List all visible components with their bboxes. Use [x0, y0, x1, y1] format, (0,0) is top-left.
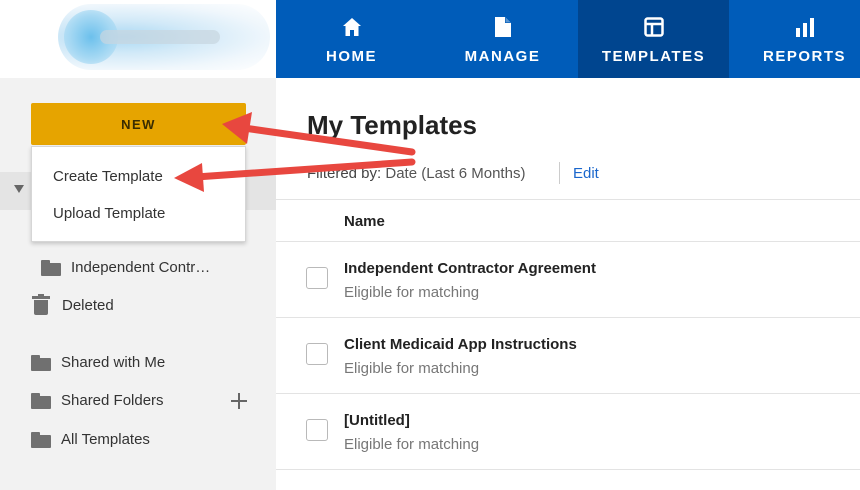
- top-navigation-bar: HOME MANAGE TEMPLATES REPORTS: [0, 0, 860, 78]
- nav-reports-label: REPORTS: [762, 47, 846, 65]
- new-dropdown-menu: Create Template Upload Template: [31, 146, 246, 242]
- template-title[interactable]: [Untitled]: [344, 412, 410, 429]
- sidebar-item-label: Shared Folders: [61, 392, 164, 409]
- sidebar-item-label: Shared with Me: [61, 354, 166, 371]
- nav-reports[interactable]: REPORTS: [729, 0, 860, 78]
- row-checkbox[interactable]: [306, 419, 328, 441]
- folder-icon: [41, 259, 61, 276]
- sidebar-item-independent-contractor[interactable]: Independent Contr…: [41, 259, 210, 276]
- table-row[interactable]: Client Medicaid App Instructions Eligibl…: [276, 318, 860, 394]
- sidebar-item-all-templates[interactable]: All Templates: [31, 431, 150, 448]
- sidebar-item-label: Deleted: [62, 296, 114, 314]
- document-icon: [492, 16, 514, 38]
- template-status: Eligible for matching: [344, 436, 480, 453]
- menu-item-upload-template[interactable]: Upload Template: [53, 205, 165, 222]
- edit-filter-link[interactable]: Edit: [573, 165, 599, 182]
- template-title[interactable]: Independent Contractor Agreement: [344, 260, 596, 277]
- table-row[interactable]: [Untitled] Eligible for matching: [276, 394, 860, 470]
- sidebar-item-deleted[interactable]: Deleted: [32, 294, 114, 315]
- bar-chart-icon: [794, 16, 816, 38]
- folder-icon: [31, 354, 51, 371]
- home-icon: [341, 16, 363, 38]
- page-title: My Templates: [307, 110, 478, 140]
- template-status: Eligible for matching: [344, 284, 480, 301]
- nav-home[interactable]: HOME: [276, 0, 427, 78]
- divider: [559, 162, 560, 184]
- sidebar-item-label: Independent Contr…: [71, 259, 211, 276]
- sidebar-item-shared-with-me[interactable]: Shared with Me: [31, 354, 165, 371]
- folder-icon: [31, 392, 51, 409]
- filter-summary: Filtered by: Date (Last 6 Months): [307, 165, 525, 182]
- row-checkbox[interactable]: [306, 267, 328, 289]
- nav-home-label: HOME: [326, 47, 377, 65]
- table-row[interactable]: Independent Contractor Agreement Eligibl…: [276, 242, 860, 318]
- add-shared-folder-plus-icon[interactable]: [231, 393, 247, 409]
- filter-value: Date (Last 6 Months): [385, 165, 526, 182]
- nav-templates-label: TEMPLATES: [601, 47, 706, 65]
- sidebar: NEW Create Template Upload Template Inde…: [0, 78, 276, 490]
- folder-icon: [31, 431, 51, 448]
- template-title[interactable]: Client Medicaid App Instructions: [344, 336, 577, 353]
- column-header-name[interactable]: Name: [344, 213, 385, 230]
- logo-wordmark: [100, 30, 220, 44]
- nav-manage[interactable]: MANAGE: [427, 0, 578, 78]
- filter-label: Filtered by:: [307, 165, 382, 182]
- app-window: HOME MANAGE TEMPLATES REPORTS NEW Create…: [0, 0, 860, 490]
- new-button[interactable]: NEW: [31, 103, 246, 145]
- nav-manage-label: MANAGE: [464, 47, 541, 65]
- template-status: Eligible for matching: [344, 360, 480, 377]
- template-icon: [643, 16, 665, 38]
- main-nav: HOME MANAGE TEMPLATES REPORTS: [276, 0, 860, 78]
- logo[interactable]: [0, 0, 276, 78]
- row-checkbox[interactable]: [306, 343, 328, 365]
- collapse-caret-icon[interactable]: [14, 185, 24, 193]
- menu-item-create-template[interactable]: Create Template: [53, 168, 163, 185]
- sidebar-item-shared-folders[interactable]: Shared Folders: [31, 392, 164, 409]
- sidebar-item-label: All Templates: [61, 431, 150, 448]
- main-content: My Templates Filtered by: Date (Last 6 M…: [276, 78, 860, 490]
- trash-icon: [32, 294, 50, 315]
- table-header: Name: [276, 199, 860, 242]
- nav-templates[interactable]: TEMPLATES: [578, 0, 729, 78]
